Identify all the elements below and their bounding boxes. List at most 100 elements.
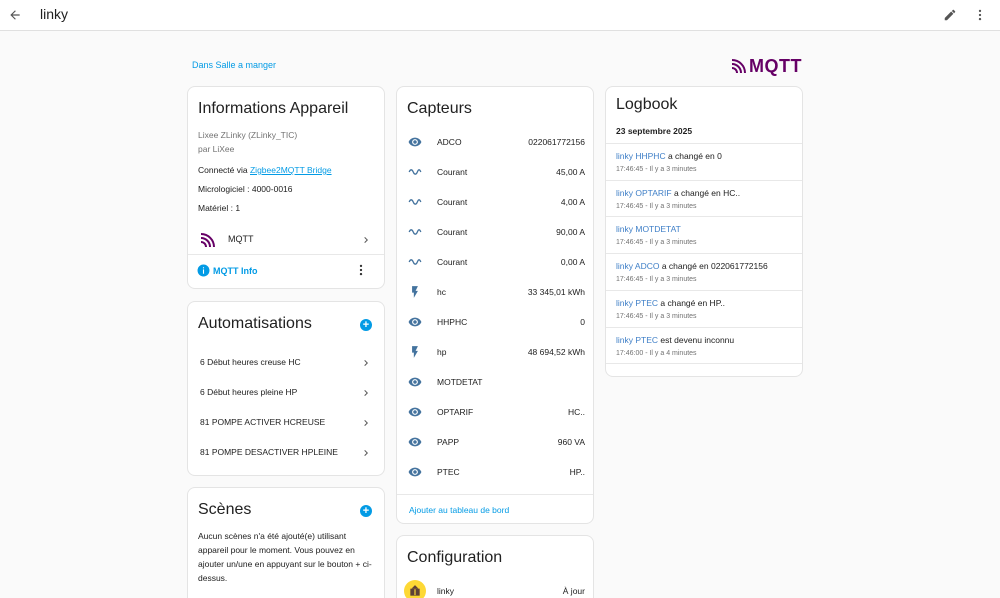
lightning-icon: [408, 285, 422, 304]
sensor-label: Courant: [437, 167, 468, 177]
logbook-time: 17:46:45 - Il y a 3 minutes: [616, 202, 697, 210]
logbook-time: 17:46:45 - Il y a 3 minutes: [616, 166, 697, 173]
top-bar: linky: [0, 0, 1000, 31]
integration-label: MQTT: [228, 234, 254, 244]
logbook-entity-link[interactable]: linky HHPHC: [616, 151, 666, 161]
sine-wave-icon: [408, 165, 422, 184]
sensor-label: MOTDETAT: [437, 377, 483, 387]
automation-item[interactable]: 81 POMPE DESACTIVER HPLEINE: [188, 437, 384, 467]
scenes-title: Scènes: [198, 501, 252, 518]
mqtt-logo-icon: [731, 59, 746, 74]
sensor-row[interactable]: hc 33 345,01 kWh: [397, 277, 593, 307]
automation-item[interactable]: 6 Début heures pleine HP: [188, 377, 384, 407]
logbook-entry: linky PTEC est devenu inconnu 17:46:00 - …: [606, 326, 802, 364]
device-connection: Connecté via Zigbee2MQTT Bridge: [198, 165, 332, 175]
sensor-value: 0,00 A: [560, 257, 585, 267]
more-vert-icon[interactable]: [354, 263, 368, 282]
mqtt-logo-text: MQTT: [749, 55, 802, 76]
logbook-entity-link[interactable]: linky PTEC: [616, 298, 658, 308]
sensor-label: OPTARIF: [437, 407, 474, 417]
logbook-entity-link[interactable]: linky PTEC: [616, 335, 658, 345]
area-link[interactable]: Dans Salle a manger: [192, 60, 276, 70]
automation-item[interactable]: 81 POMPE ACTIVER HCREUSE: [188, 407, 384, 437]
sensor-row[interactable]: Courant 0,00 A: [397, 247, 593, 277]
device-footer: MQTT Info: [188, 255, 384, 288]
logbook-message-text: a changé en HC..: [671, 187, 741, 198]
device-model: Lixee ZLinky (ZLinky_TIC): [198, 130, 298, 140]
sensor-value: HC..: [568, 407, 585, 417]
sensor-row[interactable]: PAPP 960 VA: [397, 427, 593, 457]
logbook-message: linky PTEC est devenu inconnu: [616, 335, 734, 345]
sensor-value: 0: [580, 317, 585, 327]
integration-row[interactable]: MQTT: [188, 226, 384, 254]
automation-label: 6 Début heures pleine HP: [200, 387, 298, 397]
config-entity-label: linky: [437, 586, 455, 596]
sensor-row[interactable]: Courant 90,00 A: [397, 217, 593, 247]
sensor-label: Courant: [437, 257, 468, 267]
automation-item[interactable]: 6 Début heures creuse HC: [188, 347, 384, 377]
more-vert-icon[interactable]: [969, 4, 991, 26]
sensor-value: 45,00 A: [556, 167, 585, 177]
logbook-date: 23 septembre 2025: [616, 126, 693, 136]
automation-label: 81 POMPE ACTIVER HCREUSE: [200, 417, 326, 427]
sensor-row[interactable]: PTEC HP..: [397, 457, 593, 487]
config-entity-value: À jour: [562, 586, 585, 596]
package-icon: [404, 580, 426, 598]
eye-icon: [408, 135, 422, 154]
bridge-link[interactable]: Zigbee2MQTT Bridge: [250, 165, 332, 175]
mqtt-logo: MQTT: [731, 55, 802, 77]
logbook-message-text: a changé en HP..: [658, 297, 725, 308]
configuration-title: Configuration: [407, 549, 503, 566]
eye-icon: [408, 405, 422, 424]
automation-label: 6 Début heures creuse HC: [200, 357, 301, 367]
sensor-label: ADCO: [437, 137, 462, 147]
eye-icon: [408, 375, 422, 394]
logbook-entry: linky MOTDETAT 17:46:45 - Il y a 3 minute…: [606, 216, 802, 253]
device-info-title: Informations Appareil: [198, 100, 349, 117]
sensor-row[interactable]: MOTDETAT: [397, 367, 593, 397]
sensor-row[interactable]: ADCO 022061772156: [397, 127, 593, 157]
sensor-value: 48 694,52 kWh: [527, 347, 585, 357]
add-scene-button[interactable]: +: [360, 505, 372, 517]
logbook-message-text: a changé en 022061772156: [659, 261, 768, 272]
add-to-dashboard-button[interactable]: Ajouter au tableau de bord: [409, 505, 509, 515]
add-automation-button[interactable]: +: [360, 319, 372, 331]
mqtt-icon: [200, 232, 216, 253]
sine-wave-icon: [408, 225, 422, 244]
mqtt-info-button[interactable]: MQTT Info: [213, 266, 258, 276]
device-hardware: Matériel : 1: [198, 203, 241, 213]
configuration-card: Configuration linky À jour: [396, 535, 594, 598]
logbook-message: linky ADCO a changé en 022061772156: [616, 261, 768, 271]
sensor-row[interactable]: hp 48 694,52 kWh: [397, 337, 593, 367]
divider: [606, 363, 802, 364]
logbook-entity-link[interactable]: linky ADCO: [616, 261, 659, 271]
sensor-value: 4,00 A: [560, 197, 585, 207]
sensor-value: 022061772156: [528, 137, 585, 147]
sensor-value: 960 VA: [557, 437, 585, 447]
pencil-icon[interactable]: [939, 4, 961, 26]
sensor-row[interactable]: HHPHC 0: [397, 307, 593, 337]
sine-wave-icon: [408, 195, 422, 214]
chevron-right-icon: [360, 416, 372, 434]
logbook-message-text: est devenu inconnu: [658, 334, 735, 345]
device-manufacturer: par LiXee: [198, 144, 235, 154]
back-arrow-icon[interactable]: [4, 4, 26, 26]
page-title: linky: [40, 6, 69, 22]
logbook-message-text: a changé en 0: [665, 151, 722, 161]
sensor-label: hc: [437, 287, 446, 297]
logbook-entry: linky ADCO a changé en 022061772156 17:46…: [606, 253, 802, 290]
sensor-label: PAPP: [437, 437, 460, 447]
sensor-label: Courant: [437, 227, 468, 237]
automations-card: Automatisations + 6 Début heures creuse …: [187, 301, 385, 476]
logbook-entity-link[interactable]: linky MOTDETAT: [616, 224, 681, 234]
config-row[interactable]: linky À jour: [397, 580, 593, 598]
sensor-row[interactable]: Courant 4,00 A: [397, 187, 593, 217]
sensor-row[interactable]: Courant 45,00 A: [397, 157, 593, 187]
sensor-value: HP..: [569, 467, 585, 477]
logbook-entity-link[interactable]: linky OPTARIF: [616, 188, 672, 198]
sensor-value: 33 345,01 kWh: [527, 287, 585, 297]
logbook-message: linky PTEC a changé en HP..: [616, 298, 725, 308]
logbook-time: 17:46:45 - Il y a 3 minutes: [616, 276, 697, 284]
sine-wave-icon: [408, 255, 422, 274]
sensor-row[interactable]: OPTARIF HC..: [397, 397, 593, 427]
